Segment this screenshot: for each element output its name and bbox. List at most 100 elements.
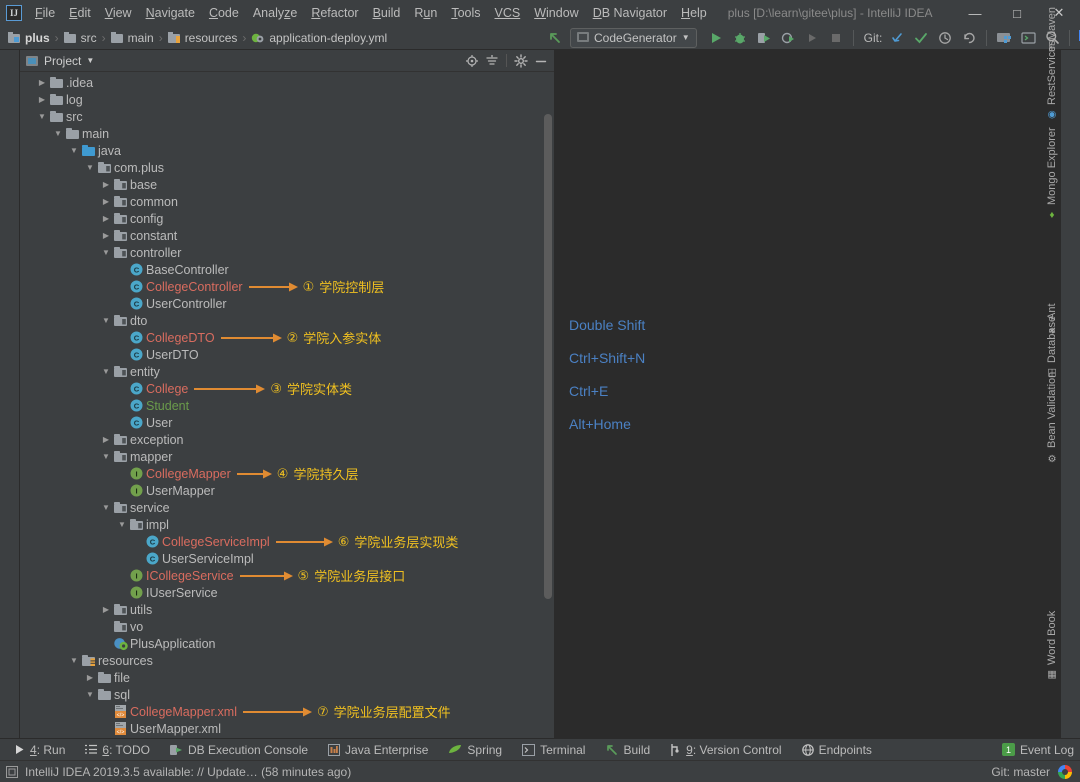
tree-row[interactable]: ▼ main	[20, 125, 554, 142]
bottom-tool-endpoints[interactable]: Endpoints	[792, 741, 882, 759]
tree-row[interactable]: </> UserMapper.xml	[20, 720, 554, 737]
menu-analyze[interactable]: Analyze	[246, 3, 304, 23]
tree-row[interactable]: ▼ mapper	[20, 448, 554, 465]
chevron-down-icon[interactable]: ▼	[52, 129, 64, 138]
menu-tools[interactable]: Tools	[444, 3, 487, 23]
menu-help[interactable]: Help	[674, 3, 714, 23]
maximize-button[interactable]: □	[996, 0, 1038, 26]
menu-vcs[interactable]: VCS	[488, 3, 528, 23]
tree-row[interactable]: C CollegeServiceImpl ⑥ 学院业务层实现类	[20, 533, 554, 551]
bottom-tool-4-run[interactable]: 4: Run	[4, 741, 75, 759]
menu-navigate[interactable]: Navigate	[139, 3, 202, 23]
update-project-icon[interactable]	[886, 27, 908, 49]
chevron-down-icon[interactable]: ▼	[68, 656, 80, 665]
rerun-icon[interactable]	[801, 27, 823, 49]
status-message[interactable]: IntelliJ IDEA 2019.3.5 available: // Upd…	[25, 765, 351, 779]
chevron-right-icon[interactable]: ▶	[100, 231, 112, 240]
commit-icon[interactable]	[910, 27, 932, 49]
chevron-down-icon[interactable]: ▼	[100, 248, 112, 257]
tree-row[interactable]: C College ③ 学院实体类	[20, 380, 554, 398]
locate-icon[interactable]	[463, 52, 481, 70]
tree-row[interactable]: vo	[20, 618, 554, 635]
menu-run[interactable]: Run	[407, 3, 444, 23]
tree-row[interactable]: I IUserService	[20, 584, 554, 601]
tree-row[interactable]: PlusApplication	[20, 635, 554, 652]
tree-row[interactable]: </> CollegeMapper.xml ⑦ 学院业务层配置文件	[20, 703, 554, 721]
project-tree-scroll-area[interactable]: ▶ .idea ▶ log ▼ src ▼ main ▼ java ▼ com.plus ▶ base ▶ c…	[20, 72, 554, 738]
debug-icon[interactable]	[729, 27, 751, 49]
menu-window[interactable]: Window	[527, 3, 585, 23]
run-icon[interactable]	[705, 27, 727, 49]
sidebar-item-mongo-explorer[interactable]: ♦ Mongo Explorer	[1043, 125, 1061, 222]
tree-row[interactable]: ▶ common	[20, 193, 554, 210]
tree-row[interactable]: C CollegeController ① 学院控制层	[20, 278, 554, 296]
tree-row[interactable]: ▶templates	[20, 737, 554, 738]
run-configuration-selector[interactable]: CodeGenerator ▼	[570, 27, 697, 48]
chevron-down-icon[interactable]: ▼	[84, 690, 96, 699]
menu-edit[interactable]: Edit	[62, 3, 98, 23]
project-tree-scrollbar[interactable]	[544, 114, 552, 599]
gear-icon[interactable]	[512, 52, 530, 70]
menu-db-navigator[interactable]: DB Navigator	[586, 3, 674, 23]
tree-row[interactable]: ▶ base	[20, 176, 554, 193]
tree-row[interactable]: ▶ utils	[20, 601, 554, 618]
chevron-right-icon[interactable]: ▶	[100, 197, 112, 206]
menu-code[interactable]: Code	[202, 3, 246, 23]
project-panel-title[interactable]: Project ▼	[26, 54, 94, 68]
bottom-tool-build[interactable]: Build	[595, 741, 660, 759]
stop-icon[interactable]	[825, 27, 847, 49]
menu-build[interactable]: Build	[366, 3, 408, 23]
tree-row[interactable]: I CollegeMapper ④ 学院持久层	[20, 465, 554, 483]
bottom-tool-6-todo[interactable]: 6: TODO	[75, 741, 160, 759]
breadcrumb-item-file[interactable]: application-deploy.yml	[251, 31, 387, 45]
tree-row[interactable]: ▼ resources	[20, 652, 554, 669]
breadcrumb-item-resources[interactable]: resources	[167, 31, 237, 45]
tree-row[interactable]: ▶ config	[20, 210, 554, 227]
menu-refactor[interactable]: Refactor	[304, 3, 365, 23]
collapse-all-icon[interactable]	[483, 52, 501, 70]
minimize-button[interactable]: —	[954, 0, 996, 26]
breadcrumb-item-project[interactable]: plus	[8, 31, 50, 45]
hide-icon[interactable]	[532, 52, 550, 70]
tree-row[interactable]: ▼ sql	[20, 686, 554, 703]
tree-row[interactable]: ▶ .idea	[20, 74, 554, 91]
bottom-tool-9-version-control[interactable]: 9: Version Control	[660, 741, 791, 759]
tree-row[interactable]: C BaseController	[20, 261, 554, 278]
tree-row[interactable]: I ICollegeService ⑤ 学院业务层接口	[20, 567, 554, 585]
chevron-down-icon[interactable]: ▼	[36, 112, 48, 121]
google-icon[interactable]	[1058, 764, 1072, 779]
back-arrow-icon[interactable]	[544, 27, 566, 49]
tree-row[interactable]: ▼ dto	[20, 312, 554, 329]
bottom-tool-terminal[interactable]: Terminal	[512, 741, 595, 759]
project-structure-icon[interactable]	[993, 27, 1015, 49]
chevron-down-icon[interactable]: ▼	[100, 503, 112, 512]
tree-row[interactable]: C UserController	[20, 295, 554, 312]
chevron-down-icon[interactable]: ▼	[84, 163, 96, 172]
editor-area[interactable]: Search EverywhereDouble ShiftGo to FileC…	[555, 50, 1060, 738]
menu-file[interactable]: File	[28, 3, 62, 23]
menu-view[interactable]: View	[98, 3, 139, 23]
run-with-coverage-icon[interactable]	[753, 27, 775, 49]
tree-row[interactable]: ▼ controller	[20, 244, 554, 261]
tree-row[interactable]: ▶ exception	[20, 431, 554, 448]
tree-row[interactable]: ▼ src	[20, 108, 554, 125]
bottom-tool-java-enterprise[interactable]: Java Enterprise	[318, 741, 438, 759]
chevron-down-icon[interactable]: ▼	[68, 146, 80, 155]
sidebar-item-rest-services[interactable]: ◉ RestServices	[1043, 38, 1061, 122]
terminal-icon[interactable]	[1017, 27, 1039, 49]
tree-row[interactable]: I UserMapper	[20, 482, 554, 499]
chevron-right-icon[interactable]: ▶	[100, 180, 112, 189]
sidebar-item-bean-validation[interactable]: ⚙ Bean Validation	[1043, 370, 1061, 465]
tree-row[interactable]: ▶ file	[20, 669, 554, 686]
chevron-right-icon[interactable]: ▶	[100, 605, 112, 614]
chevron-down-icon[interactable]: ▼	[100, 452, 112, 461]
tree-row[interactable]: ▼ com.plus	[20, 159, 554, 176]
profile-icon[interactable]	[777, 27, 799, 49]
chevron-down-icon[interactable]: ▼	[100, 316, 112, 325]
tree-row[interactable]: ▶ log	[20, 91, 554, 108]
history-icon[interactable]	[934, 27, 956, 49]
tree-row[interactable]: C UserDTO	[20, 346, 554, 363]
tree-row[interactable]: ▶ constant	[20, 227, 554, 244]
tree-row[interactable]: C UserServiceImpl	[20, 550, 554, 567]
tree-row[interactable]: C User	[20, 414, 554, 431]
